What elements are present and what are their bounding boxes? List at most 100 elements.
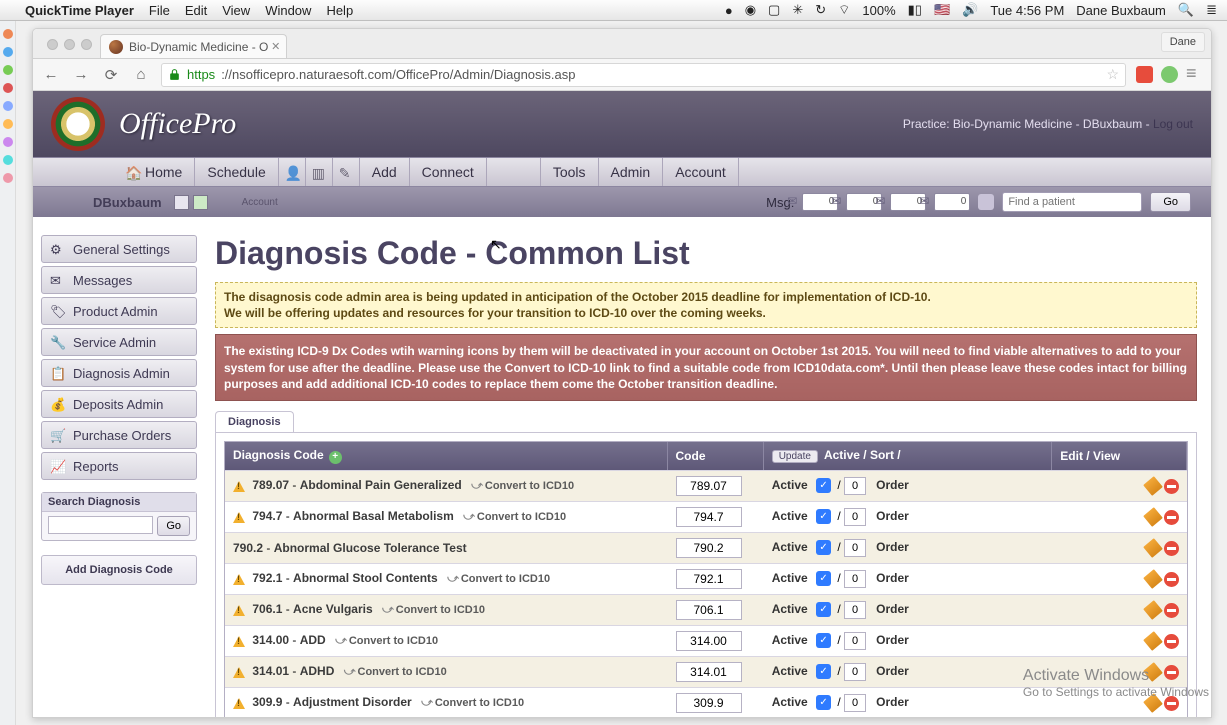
active-checkbox[interactable]: ✓ bbox=[816, 695, 831, 710]
convert-to-icd10-link[interactable]: ⤻Convert to ICD10 bbox=[447, 573, 550, 585]
menubar-user[interactable]: Dane Buxbaum bbox=[1076, 3, 1166, 18]
browser-tab[interactable]: Bio-Dynamic Medicine - O ✕ bbox=[100, 34, 287, 58]
subbar-icon-button[interactable] bbox=[193, 195, 208, 210]
timemachine-icon[interactable]: ↻ bbox=[815, 2, 826, 18]
nav-add[interactable]: Add bbox=[360, 158, 410, 186]
code-input[interactable] bbox=[676, 538, 742, 558]
delete-icon[interactable] bbox=[1164, 665, 1179, 680]
nav-tools[interactable]: Tools bbox=[541, 158, 599, 186]
menu-help[interactable]: Help bbox=[326, 3, 353, 18]
panel-tab-diagnosis[interactable]: Diagnosis bbox=[215, 411, 294, 432]
code-input[interactable] bbox=[676, 507, 742, 527]
active-checkbox[interactable]: ✓ bbox=[816, 664, 831, 679]
find-patient-input[interactable] bbox=[1002, 192, 1142, 212]
battery-icon[interactable]: ▮▯ bbox=[908, 2, 922, 18]
active-checkbox[interactable]: ✓ bbox=[816, 602, 831, 617]
flag-icon[interactable]: 🇺🇸 bbox=[934, 2, 950, 18]
active-checkbox[interactable]: ✓ bbox=[816, 540, 831, 555]
volume-icon[interactable]: 🔊 bbox=[962, 2, 978, 18]
menu-view[interactable]: View bbox=[222, 3, 250, 18]
wifi-icon[interactable]: ⌔ bbox=[838, 2, 850, 18]
order-link[interactable]: Order bbox=[876, 540, 909, 554]
order-link[interactable]: Order bbox=[876, 509, 909, 523]
address-bar[interactable]: https://nsofficepro.naturaesoft.com/Offi… bbox=[161, 63, 1126, 87]
airplay-icon[interactable]: ▢ bbox=[768, 2, 780, 18]
traffic-min-icon[interactable] bbox=[64, 39, 75, 50]
order-link[interactable]: Order bbox=[876, 571, 909, 585]
code-input[interactable] bbox=[676, 569, 742, 589]
menu-edit[interactable]: Edit bbox=[185, 3, 207, 18]
search-diagnosis-go-button[interactable]: Go bbox=[157, 516, 190, 536]
code-input[interactable] bbox=[676, 662, 742, 682]
delete-icon[interactable] bbox=[1164, 510, 1179, 525]
battery-percent[interactable]: 100% bbox=[862, 3, 895, 18]
add-plus-icon[interactable]: + bbox=[329, 451, 342, 464]
order-link[interactable]: Order bbox=[876, 602, 909, 616]
convert-to-icd10-link[interactable]: ⤻Convert to ICD10 bbox=[421, 697, 524, 709]
app-logo-icon[interactable] bbox=[51, 97, 105, 151]
sort-input[interactable] bbox=[844, 539, 866, 557]
convert-to-icd10-link[interactable]: ⤻Convert to ICD10 bbox=[471, 480, 574, 492]
delete-icon[interactable] bbox=[1164, 634, 1179, 649]
menubar-clock[interactable]: Tue 4:56 PM bbox=[990, 3, 1064, 18]
sidebar-item-product-admin[interactable]: 🏷Product Admin bbox=[41, 297, 197, 325]
active-checkbox[interactable]: ✓ bbox=[816, 509, 831, 524]
convert-to-icd10-link[interactable]: ⤻Convert to ICD10 bbox=[382, 604, 485, 616]
extension-icon[interactable] bbox=[1161, 66, 1178, 83]
col-code[interactable]: Code bbox=[668, 442, 764, 470]
sort-input[interactable] bbox=[844, 508, 866, 526]
search-diagnosis-input[interactable] bbox=[48, 516, 153, 534]
sidebar-item-reports[interactable]: 📈Reports bbox=[41, 452, 197, 480]
convert-to-icd10-link[interactable]: ⤻Convert to ICD10 bbox=[344, 666, 447, 678]
nav-icon-item[interactable]: 👤 bbox=[279, 158, 306, 186]
order-link[interactable]: Order bbox=[876, 664, 909, 678]
nav-schedule[interactable]: Schedule bbox=[195, 158, 278, 186]
sort-input[interactable] bbox=[844, 663, 866, 681]
sidebar-item-service-admin[interactable]: 🔧Service Admin bbox=[41, 328, 197, 356]
active-checkbox[interactable]: ✓ bbox=[816, 478, 831, 493]
active-checkbox[interactable]: ✓ bbox=[816, 633, 831, 648]
order-link[interactable]: Order bbox=[876, 633, 909, 647]
col-edit-view[interactable]: Edit / View bbox=[1052, 442, 1187, 470]
edit-icon[interactable] bbox=[1143, 538, 1163, 558]
menu-extras-icon[interactable]: ≣ bbox=[1206, 2, 1217, 18]
delete-icon[interactable] bbox=[1164, 572, 1179, 587]
edit-icon[interactable] bbox=[1143, 507, 1163, 527]
delete-icon[interactable] bbox=[1164, 541, 1179, 556]
nav-icon-item[interactable]: ✎ bbox=[333, 158, 360, 186]
extension-icon[interactable] bbox=[1136, 66, 1153, 83]
sidebar-item-general-settings[interactable]: ⚙General Settings bbox=[41, 235, 197, 263]
chrome-menu-icon[interactable]: ≡ bbox=[1186, 66, 1203, 83]
sort-input[interactable] bbox=[844, 632, 866, 650]
update-button[interactable]: Update bbox=[772, 450, 818, 463]
menu-app-name[interactable]: QuickTime Player bbox=[25, 3, 134, 18]
nav-account[interactable]: Account bbox=[663, 158, 739, 186]
nav-home[interactable]: 🏠Home bbox=[113, 158, 195, 186]
traffic-close-icon[interactable] bbox=[47, 39, 58, 50]
bookmark-star-icon[interactable]: ☆ bbox=[1106, 66, 1119, 83]
code-input[interactable] bbox=[676, 600, 742, 620]
order-link[interactable]: Order bbox=[876, 695, 909, 709]
col-diagnosis-code[interactable]: Diagnosis Code+ bbox=[225, 442, 668, 470]
sort-input[interactable] bbox=[844, 601, 866, 619]
delete-icon[interactable] bbox=[1164, 696, 1179, 711]
bluetooth-icon[interactable]: ✳ bbox=[792, 2, 803, 18]
traffic-max-icon[interactable] bbox=[81, 39, 92, 50]
code-input[interactable] bbox=[676, 476, 742, 496]
nav-admin[interactable]: Admin bbox=[599, 158, 664, 186]
sort-input[interactable] bbox=[844, 694, 866, 712]
edit-icon[interactable] bbox=[1143, 693, 1163, 713]
logout-link[interactable]: Log out bbox=[1153, 117, 1193, 131]
forward-button[interactable]: → bbox=[71, 66, 91, 83]
menu-window[interactable]: Window bbox=[265, 3, 311, 18]
subbar-icon-button[interactable] bbox=[174, 195, 189, 210]
chrome-user-pill[interactable]: Dane bbox=[1161, 32, 1205, 52]
record-icon[interactable]: ◉ bbox=[745, 2, 756, 18]
edit-icon[interactable] bbox=[1143, 662, 1163, 682]
edit-icon[interactable] bbox=[1143, 569, 1163, 589]
add-diagnosis-code-button[interactable]: Add Diagnosis Code bbox=[41, 555, 197, 585]
find-go-button[interactable]: Go bbox=[1150, 192, 1191, 212]
spotlight-dots-icon[interactable]: ● bbox=[725, 3, 733, 18]
sort-input[interactable] bbox=[844, 570, 866, 588]
sidebar-item-messages[interactable]: ✉Messages bbox=[41, 266, 197, 294]
